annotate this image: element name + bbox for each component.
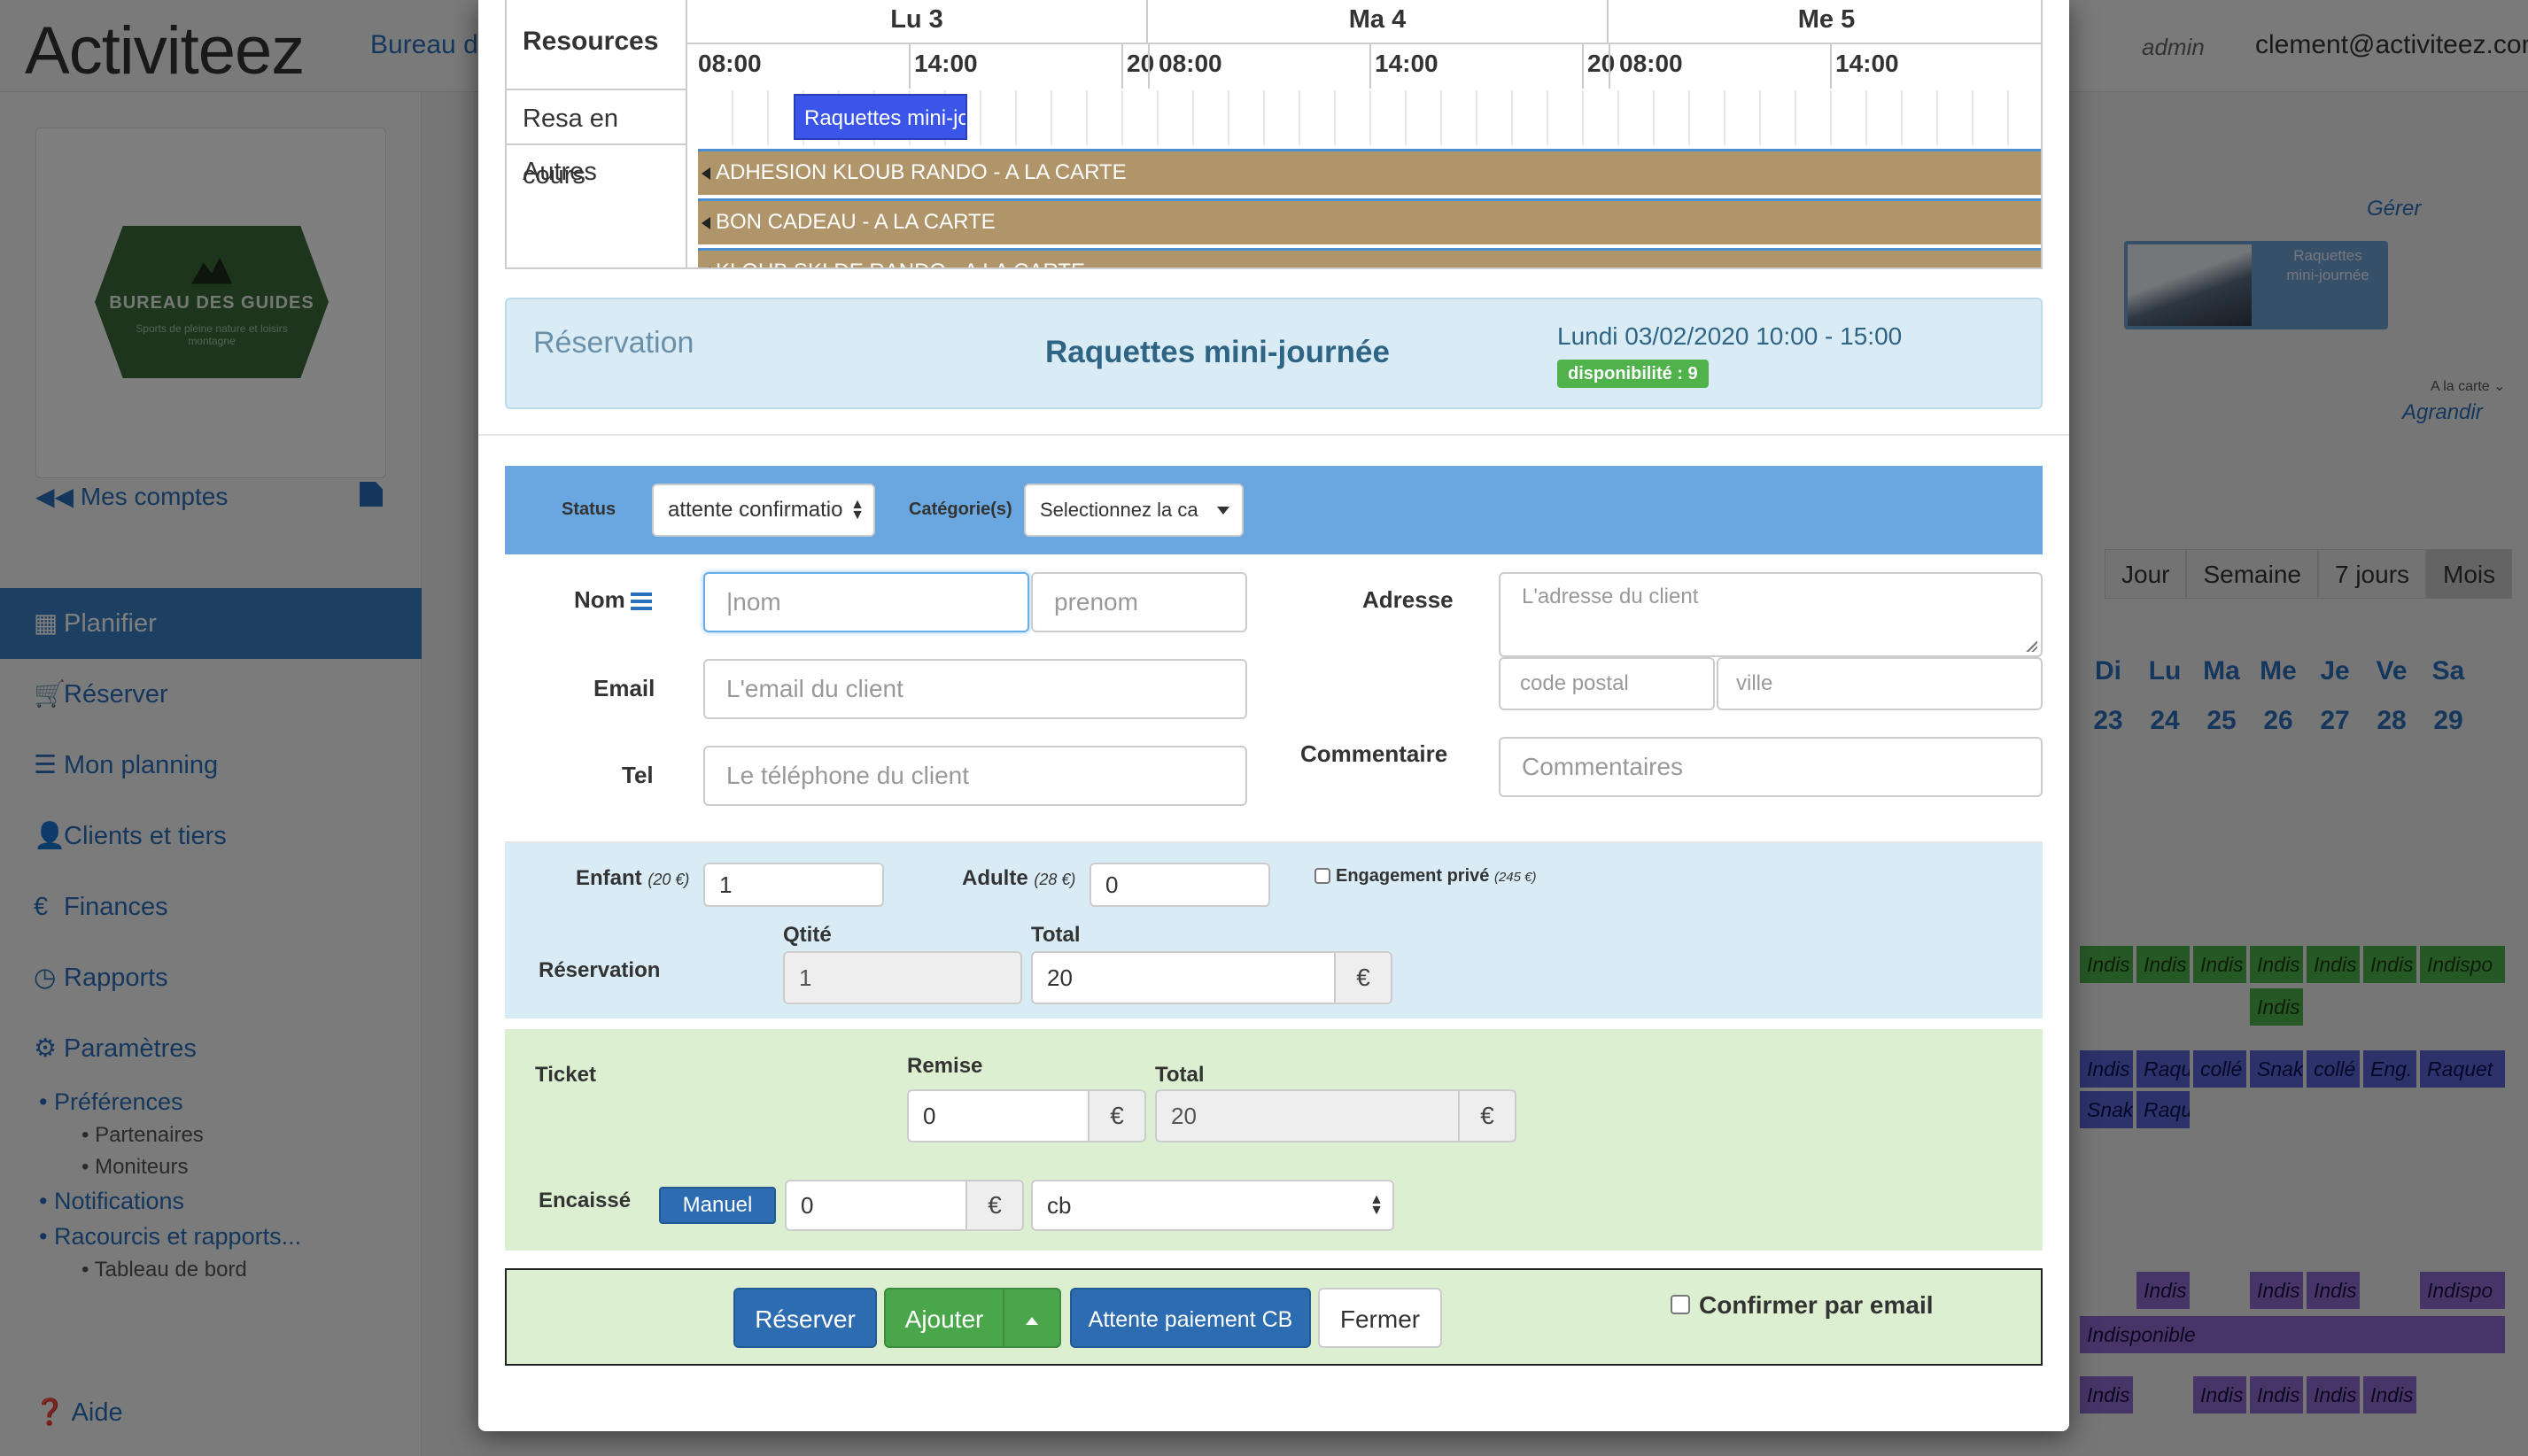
reservation-modal: Resources Resa en cours Autres Lu 3 Ma 4…	[478, 0, 2069, 1431]
time-tick	[1121, 44, 1123, 89]
reservation-total-input[interactable]: 20	[1031, 951, 1336, 1004]
time-label: 08:00	[698, 50, 762, 77]
engagement-prive-label: Engagement privé (245 €)	[1336, 866, 1537, 886]
time-scale: 08:00 14:00 20 08:00 14:00 20 08:00 14:0…	[698, 44, 2041, 89]
payment-method-select[interactable]: cb ▲ ▼	[1031, 1180, 1394, 1231]
reservation-row-label: Réservation	[539, 958, 661, 982]
time-label: 08:00	[1619, 50, 1683, 77]
total-label: Total	[1031, 923, 1081, 947]
fermer-button[interactable]: Fermer	[1318, 1288, 1442, 1348]
status-label: Status	[562, 500, 616, 519]
day-header-ma-4: Ma 4	[1148, 0, 1609, 44]
time-label: 08:00	[1159, 50, 1222, 77]
enfant-quantity-input[interactable]: 1	[703, 863, 884, 907]
caret-up-icon	[1026, 1317, 1038, 1326]
action-bar: Réserver Ajouter Attente paiement CB Fer…	[505, 1268, 2043, 1366]
list-icon[interactable]	[630, 592, 652, 611]
resize-handle-icon[interactable]	[2025, 639, 2037, 652]
current-reservation-chip[interactable]: Raquettes mini-jo	[794, 94, 967, 140]
ville-input[interactable]: ville	[1717, 657, 2043, 710]
manuel-toggle[interactable]: Manuel	[659, 1187, 776, 1224]
resource-column: Resources Resa en cours Autres	[507, 0, 687, 267]
ajouter-dropdown-toggle[interactable]	[1003, 1288, 1061, 1348]
time-label: 14:00	[914, 50, 978, 77]
commentaire-label: Commentaire	[1300, 740, 1448, 767]
activity-name: Raquettes mini-journée	[1045, 335, 1390, 369]
day-header-lu-3: Lu 3	[687, 0, 1148, 44]
prenom-input[interactable]: prenom	[1031, 572, 1247, 632]
time-tick	[1609, 44, 1610, 89]
engagement-prive-checkbox[interactable]	[1314, 868, 1330, 884]
remise-label: Remise	[907, 1054, 983, 1078]
tel-label: Tel	[622, 762, 654, 788]
enfant-label: Enfant (20 €)	[576, 866, 690, 890]
ticket-label: Ticket	[535, 1063, 596, 1087]
categories-dropdown[interactable]: Selectionnez la ca	[1024, 484, 1244, 537]
adresse-textarea[interactable]: L'adresse du client	[1499, 572, 2043, 657]
reservation-quantity: 1	[783, 951, 1022, 1004]
availability-badge: disponibilité : 9	[1557, 360, 1709, 388]
ticket-total-label: Total	[1155, 1063, 1205, 1087]
categories-label: Catégorie(s)	[909, 500, 1012, 519]
nom-input[interactable]: |nom	[703, 572, 1029, 632]
caret-down-icon	[1217, 507, 1229, 515]
resources-header: Resources	[523, 27, 659, 56]
updown-arrows-icon: ▲ ▼	[850, 497, 865, 523]
euro-addon: €	[1458, 1089, 1516, 1142]
encaisse-label: Encaissé	[539, 1189, 632, 1212]
reservation-summary: Réservation Raquettes mini-journée Lundi…	[505, 298, 2043, 409]
confirmer-email-label: Confirmer par email	[1699, 1291, 1934, 1319]
reserver-button[interactable]: Réserver	[733, 1288, 877, 1348]
euro-addon: €	[965, 1180, 1024, 1231]
remise-input[interactable]: 0	[907, 1089, 1090, 1142]
resource-bar-bon-cadeau[interactable]: BON CADEAU - A LA CARTE	[698, 198, 2041, 244]
qtite-label: Qtité	[783, 923, 832, 947]
resource-row-autres: Autres	[523, 158, 597, 186]
time-label: 20	[1587, 50, 1616, 77]
reservation-date: Lundi 03/02/2020 10:00 - 15:00	[1557, 322, 1903, 350]
time-label: 20	[1127, 50, 1155, 77]
adresse-label: Adresse	[1362, 586, 1454, 613]
status-strip: Status attente confirmatio ▲ ▼ Catégorie(…	[505, 466, 2043, 554]
resource-bar-adhesion[interactable]: ADHESION KLOUB RANDO - A LA CARTE	[698, 149, 2041, 195]
tarifs-panel: Enfant (20 €) 1 Adulte (28 €) 0 Engageme…	[505, 841, 2043, 1018]
time-tick	[1582, 44, 1584, 89]
time-tick	[1369, 44, 1371, 89]
confirmer-email-checkbox[interactable]	[1671, 1295, 1690, 1314]
adulte-label: Adulte (28 €)	[962, 866, 1076, 890]
email-label: Email	[593, 675, 655, 701]
updown-arrows-icon: ▲ ▼	[1369, 1192, 1384, 1218]
status-select[interactable]: attente confirmatio ▲ ▼	[652, 484, 875, 537]
ajouter-button[interactable]: Ajouter	[884, 1288, 1004, 1348]
encaisse-input[interactable]: 0	[785, 1180, 967, 1231]
tel-input[interactable]: Le téléphone du client	[703, 746, 1247, 806]
ticket-panel: Ticket Remise Total 0 € 20 € Encaissé Ma…	[505, 1029, 2043, 1251]
divider	[478, 434, 2069, 436]
resource-bar-kloub-ski[interactable]: KLOUB SKI DE RANDO - A LA CARTE	[698, 248, 2041, 267]
time-label: 14:00	[1375, 50, 1438, 77]
euro-addon: €	[1088, 1089, 1146, 1142]
euro-addon: €	[1334, 951, 1392, 1004]
ticket-total: 20	[1155, 1089, 1460, 1142]
time-tick	[1830, 44, 1832, 89]
day-header-me-5: Me 5	[1609, 0, 2041, 44]
code-postal-input[interactable]: code postal	[1499, 657, 1715, 710]
time-label: 14:00	[1835, 50, 1899, 77]
attente-paiement-cb-button[interactable]: Attente paiement CB	[1070, 1288, 1311, 1348]
nom-label: Nom	[574, 586, 652, 614]
resource-timeline: Resources Resa en cours Autres Lu 3 Ma 4…	[505, 0, 2043, 269]
time-tick	[909, 44, 911, 89]
resource-row-resa-en-cours: Resa en cours	[507, 89, 687, 190]
adulte-quantity-input[interactable]: 0	[1090, 863, 1270, 907]
reservation-heading: Réservation	[533, 326, 694, 360]
email-input[interactable]: L'email du client	[703, 659, 1247, 719]
time-tick	[1148, 44, 1150, 89]
commentaire-input[interactable]: Commentaires	[1499, 737, 2043, 797]
